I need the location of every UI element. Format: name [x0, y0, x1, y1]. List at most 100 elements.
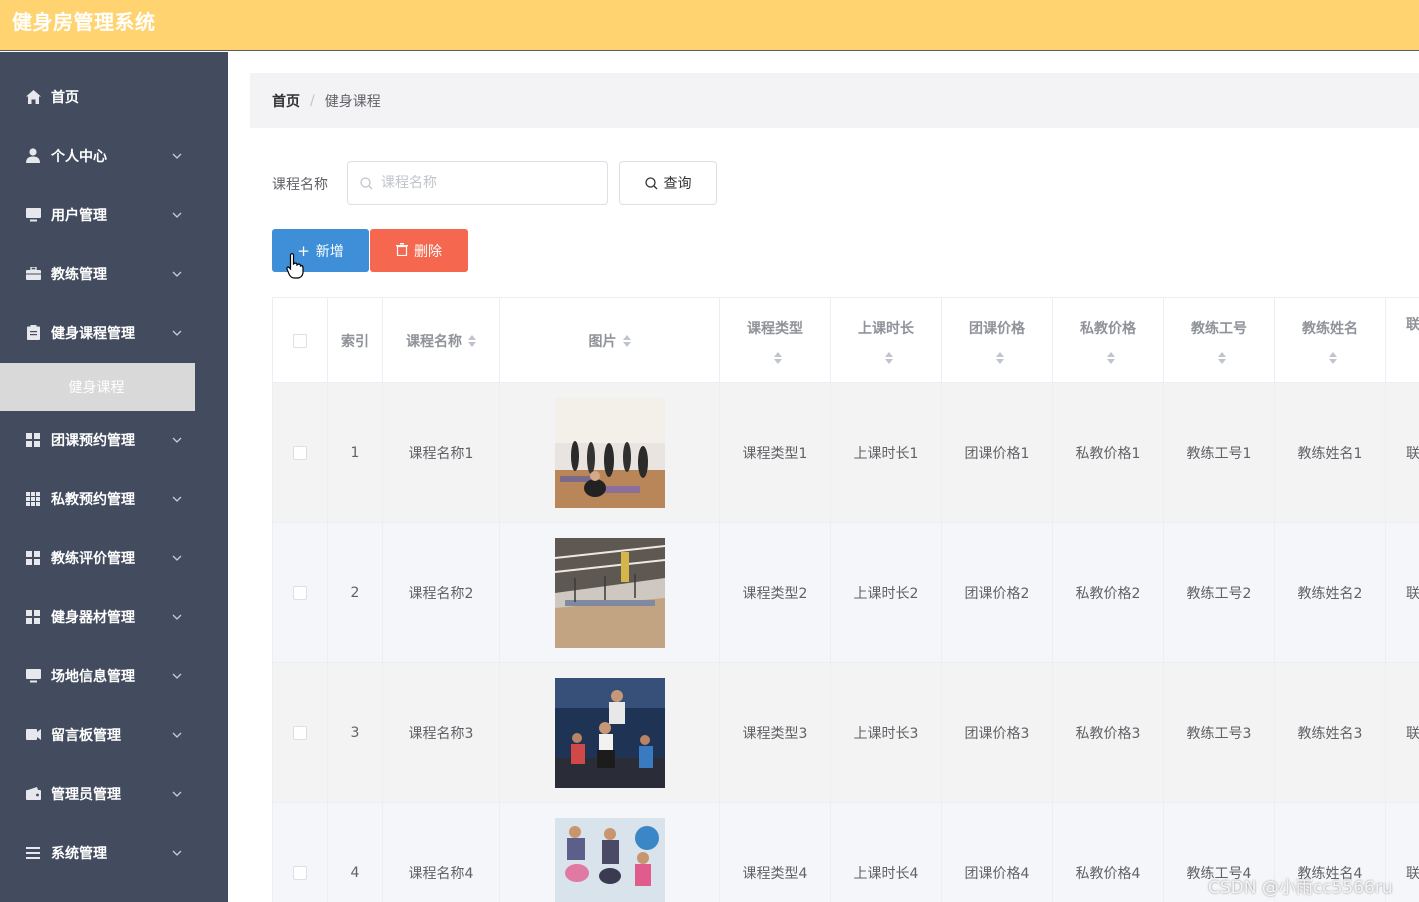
course-image [554, 538, 665, 648]
course-name-search-input[interactable] [381, 175, 581, 191]
table-row[interactable]: 1 课程名称1 课程类型1 上课时长1 团课价格1 私教价格1 教练工号1 教练 [273, 383, 1419, 523]
sort-icon[interactable] [774, 351, 782, 364]
sidebar-item-label: 用户管理 [51, 207, 107, 224]
sort-icon[interactable] [468, 334, 476, 347]
cell-image [500, 663, 720, 803]
sidebar-item-label: 首页 [51, 89, 79, 106]
course-table: 索引 课程名称 图片 课程类型 上课时长 团课价格 私教价格 教练工号 教练姓名… [272, 297, 1419, 902]
cell-group-price: 团课价格4 [942, 803, 1053, 902]
sidebar-item-label: 管理员管理 [51, 786, 121, 803]
column-header-course-name[interactable]: 课程名称 [383, 298, 500, 383]
sidebar-item-label: 场地信息管理 [51, 668, 135, 685]
cell-coach-name: 教练姓名1 [1275, 383, 1386, 523]
sort-icon[interactable] [885, 351, 893, 364]
course-image [554, 818, 665, 902]
column-header-course-type[interactable]: 课程类型 [720, 298, 831, 383]
table-row[interactable]: 2 课程名称2 课程类型2 上课时长2 团课价格2 私教价格2 教练工号2 教练… [273, 523, 1419, 663]
briefcase-icon [25, 266, 41, 282]
wallet-icon [25, 786, 41, 802]
grid-icon [25, 609, 41, 625]
sidebar: 首页 个人中心 用户管理 教练管理 健身课程管理 健身课程 团课预约管理 私教预… [0, 52, 228, 902]
sidebar-item-system[interactable]: 系统管理 [0, 823, 228, 882]
sidebar-item-coach-management[interactable]: 教练管理 [0, 244, 228, 303]
row-checkbox[interactable] [293, 866, 307, 880]
breadcrumb-separator: / [310, 92, 315, 109]
top-header: 健身房管理系统 [0, 0, 1419, 51]
delete-button-label: 删除 [414, 243, 442, 260]
sidebar-item-private-booking[interactable]: 私教预约管理 [0, 469, 228, 528]
cell-coach-name: 教练姓名3 [1275, 663, 1386, 803]
sidebar-item-label: 教练评价管理 [51, 550, 135, 567]
message-icon [25, 727, 41, 743]
query-button[interactable]: 查询 [619, 161, 717, 205]
hand-cursor-icon [286, 253, 304, 279]
cell-more: 联 [1386, 663, 1419, 803]
cell-image [500, 383, 720, 523]
grid-icon [25, 432, 41, 448]
row-checkbox[interactable] [293, 726, 307, 740]
column-header-private-price[interactable]: 私教价格 [1053, 298, 1164, 383]
sort-icon[interactable] [622, 334, 631, 347]
search-label: 课程名称 [272, 177, 328, 193]
column-header-image[interactable]: 图片 [500, 298, 720, 383]
cell-duration: 上课时长1 [831, 383, 942, 523]
cell-index: 4 [328, 803, 383, 902]
column-header-group-price[interactable]: 团课价格 [942, 298, 1053, 383]
cell-coach-id: 教练工号2 [1164, 523, 1275, 663]
sidebar-item-course-management[interactable]: 健身课程管理 [0, 303, 228, 362]
cell-index: 3 [328, 663, 383, 803]
chevron-down-icon [172, 850, 182, 856]
trash-icon [396, 242, 408, 260]
sidebar-item-user-management[interactable]: 用户管理 [0, 185, 228, 244]
chevron-down-icon [172, 271, 182, 277]
sidebar-item-home[interactable]: 首页 [0, 67, 228, 126]
sidebar-item-label: 健身课程管理 [51, 325, 135, 342]
sidebar-item-coach-review[interactable]: 教练评价管理 [0, 528, 228, 587]
sidebar-item-group-booking[interactable]: 团课预约管理 [0, 410, 228, 469]
sidebar-item-personal-center[interactable]: 个人中心 [0, 126, 228, 185]
cell-private-price: 私教价格4 [1053, 803, 1164, 902]
cell-group-price: 团课价格2 [942, 523, 1053, 663]
sidebar-item-label: 系统管理 [51, 845, 107, 862]
chevron-down-icon [172, 153, 182, 159]
list-icon [25, 845, 41, 861]
chevron-down-icon [172, 555, 182, 561]
search-input-wrapper[interactable] [347, 161, 608, 205]
breadcrumb: 首页 / 健身课程 [250, 73, 1419, 128]
sort-icon[interactable] [996, 351, 1004, 364]
cell-course-name: 课程名称4 [383, 803, 500, 902]
column-header-duration[interactable]: 上课时长 [831, 298, 942, 383]
row-checkbox[interactable] [293, 446, 307, 460]
breadcrumb-current: 健身课程 [324, 93, 381, 110]
watermark: CSDN @小雨cc5566ru [1208, 878, 1393, 898]
chevron-down-icon [172, 437, 182, 443]
chevron-down-icon [172, 673, 182, 679]
sort-icon[interactable] [1218, 351, 1226, 364]
query-button-label: 查询 [663, 176, 692, 192]
cell-course-type: 课程类型2 [720, 523, 831, 663]
cell-private-price: 私教价格3 [1053, 663, 1164, 803]
home-icon [25, 89, 41, 105]
sort-icon[interactable] [1107, 351, 1115, 364]
cell-image [500, 523, 720, 663]
cell-duration: 上课时长4 [831, 803, 942, 902]
sidebar-item-admin[interactable]: 管理员管理 [0, 764, 228, 823]
select-all-checkbox[interactable] [293, 333, 307, 348]
delete-button[interactable]: 删除 [370, 229, 468, 272]
sidebar-item-venue[interactable]: 场地信息管理 [0, 646, 228, 705]
header-select-all [273, 298, 328, 383]
column-header-more: 联 [1386, 298, 1419, 383]
cell-private-price: 私教价格2 [1053, 523, 1164, 663]
column-header-coach-name[interactable]: 教练姓名 [1275, 298, 1386, 383]
sort-icon[interactable] [1329, 351, 1337, 364]
sidebar-item-equipment[interactable]: 健身器材管理 [0, 587, 228, 646]
breadcrumb-home-link[interactable]: 首页 [272, 91, 300, 111]
user-icon [25, 148, 41, 164]
cell-group-price: 团课价格1 [942, 383, 1053, 523]
sidebar-item-message-board[interactable]: 留言板管理 [0, 705, 228, 764]
sidebar-subitem-fitness-course[interactable]: 健身课程 [0, 363, 195, 411]
table-row[interactable]: 3 课程名称3 课程类型3 上课时长3 团课价格3 私教价格3 教练工号3 教练 [273, 663, 1419, 803]
chevron-up-icon [172, 330, 182, 336]
column-header-coach-id[interactable]: 教练工号 [1164, 298, 1275, 383]
row-checkbox[interactable] [293, 586, 307, 600]
